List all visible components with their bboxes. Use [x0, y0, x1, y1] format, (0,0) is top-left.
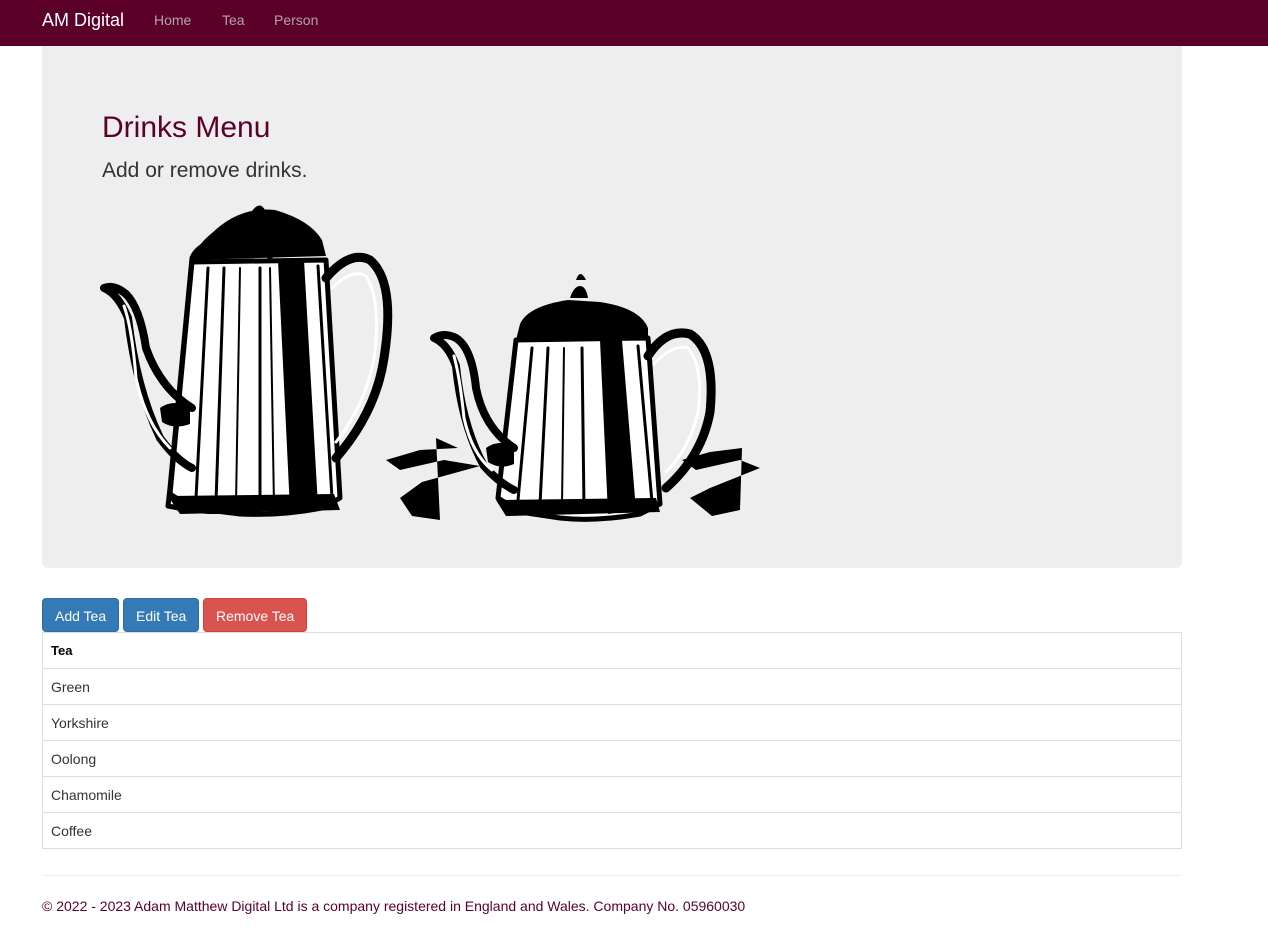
- page-subtitle: Add or remove drinks.: [102, 159, 308, 182]
- table-cell[interactable]: Green: [42, 668, 1182, 705]
- teapots-image: [100, 205, 760, 522]
- footer-text: © 2022 - 2023 Adam Matthew Digital Ltd i…: [42, 898, 746, 914]
- nav-home-link[interactable]: Home: [154, 12, 191, 28]
- edit-tea-button[interactable]: Edit Tea: [123, 598, 200, 632]
- table-row[interactable]: Oolong: [42, 740, 1182, 777]
- table-cell[interactable]: Chamomile: [42, 776, 1182, 813]
- nav-tea-link[interactable]: Tea: [222, 12, 245, 28]
- table-cell[interactable]: Coffee: [42, 812, 1182, 849]
- page-title: Drinks Menu: [102, 111, 271, 144]
- jumbotron: Drinks Menu Add or remove drinks.: [42, 46, 1182, 568]
- nav-person-link[interactable]: Person: [274, 12, 318, 28]
- top-navbar: AM Digital Home Tea Person: [0, 0, 1268, 46]
- table-header-row: Tea: [42, 632, 1182, 669]
- add-tea-button[interactable]: Add Tea: [42, 598, 120, 632]
- tea-table: Tea Green Yorkshire Oolong Chamomile Cof…: [42, 632, 1182, 849]
- table-row[interactable]: Coffee: [42, 812, 1182, 849]
- remove-tea-button[interactable]: Remove Tea: [203, 598, 308, 632]
- brand-link[interactable]: AM Digital: [42, 10, 124, 30]
- footer-divider: [42, 875, 1182, 876]
- teapot-large-icon: [100, 205, 480, 520]
- table-cell[interactable]: Yorkshire: [42, 704, 1182, 741]
- teapot-small-icon: [430, 274, 760, 522]
- table-header-tea: Tea: [42, 632, 1182, 669]
- table-row[interactable]: Green: [42, 668, 1182, 705]
- table-row[interactable]: Yorkshire: [42, 704, 1182, 741]
- table-cell[interactable]: Oolong: [42, 740, 1182, 777]
- table-row[interactable]: Chamomile: [42, 776, 1182, 813]
